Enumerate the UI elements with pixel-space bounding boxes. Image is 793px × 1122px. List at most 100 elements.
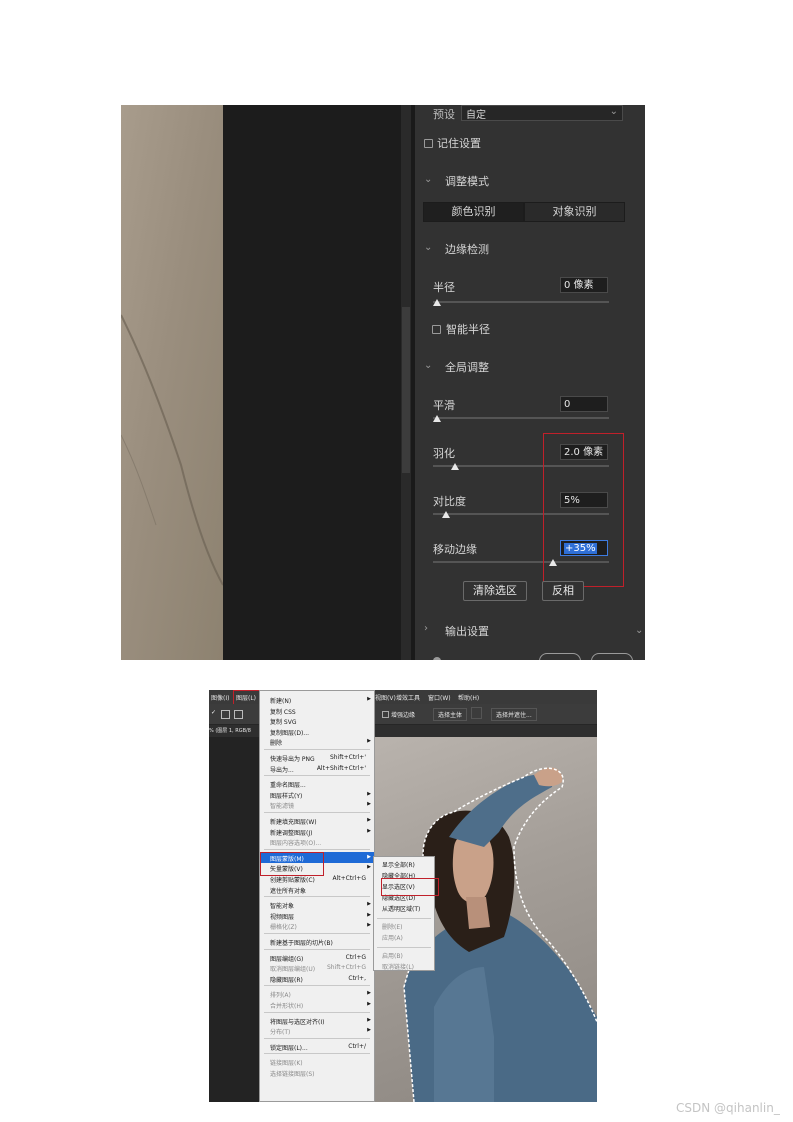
menu-separator bbox=[264, 948, 370, 950]
chevron-down-icon: ⌄ bbox=[609, 106, 618, 117]
canvas-left bbox=[209, 737, 259, 1102]
menu-item[interactable]: 图层样式(Y) ▶ bbox=[260, 789, 374, 800]
smooth-label: 平滑 bbox=[433, 399, 455, 412]
enhance-edge-checkbox[interactable] bbox=[382, 711, 389, 718]
submenu-arrow-icon: ▶ bbox=[367, 790, 371, 797]
submenu-arrow-icon: ▶ bbox=[367, 1027, 371, 1034]
highlight-box bbox=[381, 878, 439, 896]
menu-item[interactable]: 复制图层(D)... bbox=[260, 726, 374, 737]
radius-slider-track[interactable] bbox=[433, 301, 609, 303]
global-adjust-title[interactable]: 全局调整 bbox=[445, 359, 489, 375]
tab-color-recognition[interactable]: 颜色识别 bbox=[423, 202, 524, 222]
select-subject-button[interactable]: 选择主体 bbox=[433, 708, 468, 721]
watermark: CSDN @qihanlin_ bbox=[676, 1101, 780, 1115]
chevron-down-icon[interactable]: ⌄ bbox=[424, 242, 432, 253]
menu-item[interactable]: 智能对象 ▶ bbox=[260, 899, 374, 910]
check-icon[interactable]: ✓ bbox=[211, 709, 216, 716]
menu-help[interactable]: 帮助(H) bbox=[458, 693, 479, 702]
menu-item[interactable]: 遮住所有对象 bbox=[260, 884, 374, 895]
menu-item[interactable]: 视频图层 ▶ bbox=[260, 910, 374, 921]
menu-item-shortcut: Shift+Ctrl+G bbox=[326, 964, 366, 972]
menu-item-label: 隐藏图层(R) bbox=[270, 976, 303, 984]
menu-item[interactable]: 新建(N) ▶ bbox=[260, 694, 374, 705]
chevron-down-icon[interactable]: ⌄ bbox=[424, 174, 432, 185]
menu-image[interactable]: 图像(I) bbox=[211, 693, 229, 702]
layer-menu-screenshot: 图像(I) 图层(L) 视图(V) 增效工具 窗口(W) 帮助(H) ✓ 增强边… bbox=[209, 690, 597, 1102]
menu-item-shortcut: Shift+Ctrl+' bbox=[329, 754, 366, 761]
select-and-mask-screenshot: 预设 自定 ⌄ 记住设置 ⌄ 调整模式 颜色识别 对象识别 ⌄ 边缘检测 半径 … bbox=[121, 105, 645, 660]
invert-button[interactable]: 反相 bbox=[542, 581, 584, 601]
smooth-slider-track[interactable] bbox=[433, 417, 609, 419]
enhance-edge-label: 增强边缘 bbox=[391, 712, 416, 719]
output-icon bbox=[433, 657, 441, 660]
menu-separator bbox=[264, 812, 370, 813]
menu-item[interactable]: 新建填充图层(W) ▶ bbox=[260, 815, 374, 826]
menu-separator bbox=[264, 848, 370, 850]
edge-detection-title[interactable]: 边缘检测 bbox=[445, 241, 489, 257]
menu-item-shortcut: Ctrl+G bbox=[345, 953, 366, 961]
layer-mask-submenu: 显示全部(R) 隐藏全部(H) 显示选区(V) 隐藏选区(D) 从透明区域(T) 删除(E… bbox=[373, 856, 435, 971]
menu-item[interactable]: 删除 ▶ bbox=[260, 736, 374, 747]
menu-item[interactable]: 导出为... Alt+Shift+Ctrl+' bbox=[260, 763, 374, 774]
select-and-mask-button[interactable]: 选择并遮住... bbox=[491, 708, 537, 721]
menu-item: 合并形状(H) ▶ bbox=[260, 999, 374, 1010]
smooth-slider-handle[interactable] bbox=[433, 415, 441, 422]
menu-item[interactable]: 复制 SVG bbox=[260, 715, 374, 726]
chevron-right-icon[interactable]: › bbox=[424, 623, 428, 634]
preset-value: 自定 bbox=[466, 110, 486, 121]
radius-input[interactable]: 0 像素 bbox=[560, 277, 608, 293]
menu-item[interactable]: 锁定图层(L)... Ctrl+/ bbox=[260, 1041, 374, 1052]
feather-slider-handle[interactable] bbox=[451, 463, 459, 470]
menu-item[interactable]: 新建基于图层的切片(B) bbox=[260, 936, 374, 947]
output-settings-title[interactable]: 输出设置 bbox=[445, 623, 489, 639]
preset-dropdown[interactable]: 自定 ⌄ bbox=[461, 105, 623, 121]
scroll-down-icon[interactable]: ⌄ bbox=[635, 625, 643, 636]
clear-selection-button[interactable]: 清除选区 bbox=[463, 581, 527, 601]
adjust-mode-title[interactable]: 调整模式 bbox=[445, 173, 489, 189]
menu-item-shortcut: Alt+Ctrl+G bbox=[332, 875, 366, 882]
contrast-label: 对比度 bbox=[433, 495, 466, 508]
preset-label: 预设 bbox=[433, 108, 455, 121]
menu-item[interactable]: 重命名图层... bbox=[260, 778, 374, 789]
menu-window[interactable]: 窗口(W) bbox=[428, 693, 451, 702]
menu-item[interactable]: 隐藏图层(R) Ctrl+, bbox=[260, 973, 374, 984]
submenu-item[interactable]: 显示全部(R) bbox=[382, 860, 415, 869]
smooth-input[interactable]: 0 bbox=[560, 396, 608, 412]
menu-item-label: 分布(T) bbox=[270, 1029, 291, 1037]
menu-item: 智能滤镜 ▶ bbox=[260, 799, 374, 810]
radius-slider-handle[interactable] bbox=[433, 299, 441, 306]
submenu-arrow-icon: ▶ bbox=[367, 827, 371, 834]
brush-icon[interactable] bbox=[221, 710, 230, 719]
menu-item-shortcut: Ctrl+, bbox=[348, 974, 366, 982]
canvas-scroll-thumb[interactable] bbox=[402, 307, 410, 473]
edit-icon[interactable] bbox=[234, 710, 243, 719]
submenu-item[interactable]: 从透明区域(T) bbox=[382, 904, 420, 913]
chevron-down-icon[interactable]: ⌄ bbox=[424, 360, 432, 371]
menu-plugins[interactable]: 增效工具 bbox=[396, 693, 420, 702]
menu-separator bbox=[264, 985, 370, 987]
menu-item[interactable]: 将图层与选区对齐(I) ▶ bbox=[260, 1015, 374, 1026]
smart-radius-checkbox[interactable] bbox=[432, 325, 441, 334]
menu-view[interactable]: 视图(V) bbox=[375, 693, 396, 702]
pavement-crack bbox=[121, 314, 223, 586]
menu-item[interactable]: 新建调整图层(J) ▶ bbox=[260, 826, 374, 837]
tab-object-recognition[interactable]: 对象识别 bbox=[524, 202, 625, 222]
cancel-button[interactable] bbox=[591, 653, 633, 660]
menu-item[interactable]: 图层编组(G) Ctrl+G bbox=[260, 952, 374, 963]
chevron-down-icon[interactable] bbox=[471, 707, 482, 719]
menu-separator bbox=[264, 1011, 370, 1013]
menu-separator bbox=[264, 933, 370, 934]
ok-button[interactable] bbox=[539, 653, 581, 660]
menu-item[interactable]: 复制 CSS bbox=[260, 705, 374, 716]
contrast-slider-handle[interactable] bbox=[442, 511, 450, 518]
submenu-arrow-icon: ▶ bbox=[367, 738, 371, 745]
menu-item-label: 删除 bbox=[270, 740, 283, 748]
submenu-arrow-icon: ▶ bbox=[367, 990, 371, 997]
menu-separator bbox=[264, 1037, 370, 1039]
properties-panel: 预设 自定 ⌄ 记住设置 ⌄ 调整模式 颜色识别 对象识别 ⌄ 边缘检测 半径 … bbox=[415, 105, 645, 660]
menu-item-shortcut: Alt+Shift+Ctrl+' bbox=[316, 764, 366, 772]
submenu-item: 启用(B) bbox=[382, 953, 403, 960]
menu-item[interactable]: 快速导出为 PNG Shift+Ctrl+' bbox=[260, 752, 374, 763]
remember-settings-checkbox[interactable] bbox=[424, 139, 433, 148]
menu-item: 链接图层(K) bbox=[260, 1056, 374, 1067]
